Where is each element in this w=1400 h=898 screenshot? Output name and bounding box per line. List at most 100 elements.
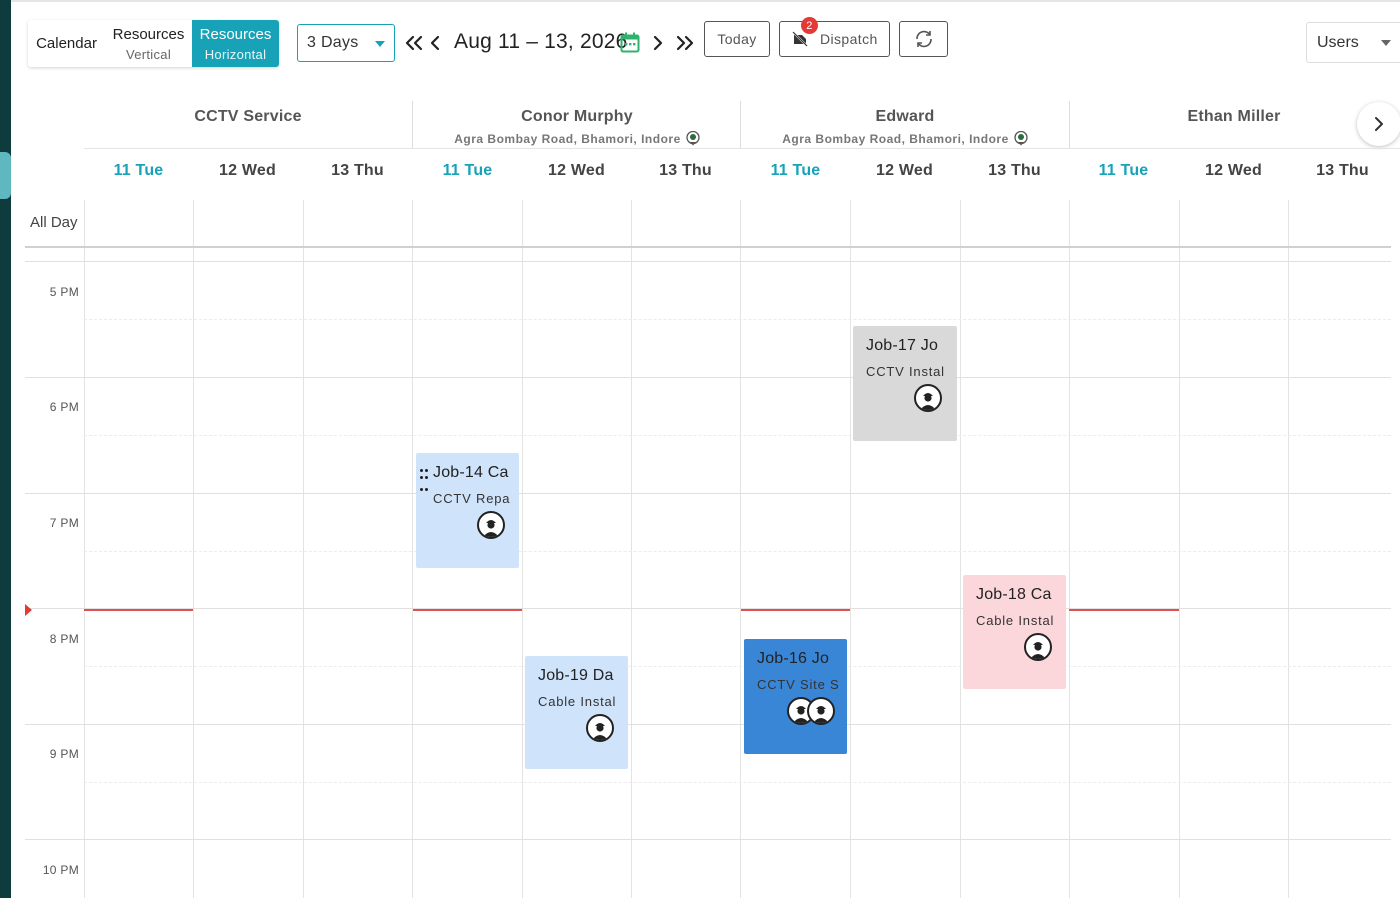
hour-line	[25, 724, 1391, 725]
event-title: Job-14 Ca	[433, 464, 509, 481]
range-select[interactable]: 3 Days	[297, 24, 395, 62]
hour-line	[25, 493, 1391, 494]
dispatch-count-badge: 2	[801, 17, 818, 34]
view-resources-horizontal-button[interactable]: Resources Horizontal	[192, 20, 279, 67]
event-subtitle: CCTV Instal	[866, 364, 945, 379]
event-title: Job-17 Jo	[866, 337, 939, 354]
day-header[interactable]: 13 Thu	[960, 162, 1069, 180]
double-chevron-left-icon	[405, 35, 423, 51]
drag-handle-icon[interactable]	[420, 469, 428, 491]
resource-name: Edward	[875, 108, 935, 125]
dispatch-button[interactable]: Dispatch 2	[779, 17, 890, 57]
view-switcher: Calendar Resources Vertical Resources Ho…	[28, 20, 279, 67]
resource-address-text: Agra Bombay Road, Bhamori, Indore	[782, 131, 1009, 146]
time-label: 9 PM	[49, 747, 79, 761]
resource-header-ethan-miller: Ethan Miller	[1070, 100, 1398, 148]
technician-avatar-icon[interactable]	[477, 511, 505, 539]
prev-day-button[interactable]	[428, 30, 442, 56]
view-resources-vertical-button[interactable]: Resources Vertical	[105, 20, 192, 67]
event-subtitle: CCTV Site S	[757, 677, 840, 692]
event-subtitle: CCTV Repa	[433, 491, 511, 506]
event-title: Job-16 Jo	[757, 650, 830, 667]
day-header[interactable]: 12 Wed	[193, 162, 302, 180]
refresh-button[interactable]	[899, 21, 948, 57]
day-header[interactable]: 13 Thu	[1288, 162, 1397, 180]
resource-name: CCTV Service	[194, 108, 302, 125]
grid-column-line	[1288, 200, 1289, 898]
grid-column-line	[84, 200, 85, 898]
event-title: Job-18 Ca	[976, 586, 1052, 603]
location-pin-icon[interactable]	[686, 131, 700, 146]
event-job-16[interactable]: Job-16 Jo CCTV Site S	[744, 639, 847, 754]
resource-address: Agra Bombay Road, Bhamori, Indore	[741, 131, 1069, 146]
event-job-14[interactable]: Job-14 Ca CCTV Repa	[416, 453, 519, 568]
next-day-button[interactable]	[651, 30, 665, 56]
all-day-label: All Day	[30, 214, 78, 231]
day-header[interactable]: 12 Wed	[850, 162, 959, 180]
grid-column-line	[1179, 200, 1180, 898]
resource-name: Conor Murphy	[521, 108, 633, 125]
event-job-19[interactable]: Job-19 Da Cable Instal	[525, 656, 628, 769]
all-day-divider	[25, 246, 1391, 248]
day-header[interactable]: 12 Wed	[522, 162, 631, 180]
chevron-right-icon	[1375, 117, 1383, 131]
technician-avatar-icon[interactable]	[586, 714, 614, 742]
grid-column-line	[1069, 200, 1070, 898]
time-label: 10 PM	[42, 863, 79, 877]
grid-column-line	[412, 200, 413, 898]
double-chevron-right-icon	[676, 35, 694, 51]
day-header[interactable]: 13 Thu	[631, 162, 740, 180]
sidebar-toggle-handle[interactable]	[0, 152, 11, 199]
technician-avatar-icon[interactable]	[1024, 633, 1052, 661]
dispatch-button-label: Dispatch	[820, 31, 878, 47]
view-calendar-label: Calendar	[36, 35, 97, 52]
caret-down-icon	[375, 41, 385, 47]
view-calendar-button[interactable]: Calendar	[28, 20, 105, 67]
day-header-today[interactable]: 11 Tue	[1069, 162, 1178, 180]
day-header[interactable]: 12 Wed	[1179, 162, 1288, 180]
grid-column-line	[960, 200, 961, 898]
hour-line	[25, 608, 1391, 609]
technician-avatar-icon[interactable]	[914, 384, 942, 412]
view-rv-label: Resources	[112, 25, 185, 43]
refresh-icon	[915, 30, 932, 48]
time-label: 6 PM	[49, 400, 79, 414]
event-assignees	[477, 511, 505, 539]
grid-column-line	[850, 200, 851, 898]
half-hour-line	[84, 666, 1391, 667]
date-range-label: Aug 11 – 13, 2026	[454, 30, 628, 53]
event-subtitle: Cable Instal	[976, 613, 1055, 628]
event-job-17[interactable]: Job-17 Jo CCTV Instal	[853, 326, 957, 441]
current-time-line	[741, 609, 850, 611]
top-divider	[11, 0, 1400, 2]
users-select[interactable]: Users	[1306, 22, 1400, 63]
time-label: 7 PM	[49, 516, 79, 530]
day-header-today[interactable]: 11 Tue	[413, 162, 522, 180]
event-assignees	[914, 384, 942, 412]
grid-column-line	[303, 200, 304, 898]
sidebar-strip	[0, 0, 11, 898]
today-button-label: Today	[717, 31, 757, 47]
location-pin-icon[interactable]	[1014, 131, 1028, 146]
day-header-today[interactable]: 11 Tue	[741, 162, 850, 180]
technician-avatar-icon[interactable]	[807, 697, 835, 725]
today-button[interactable]: Today	[704, 21, 770, 57]
day-header[interactable]: 13 Thu	[303, 162, 412, 180]
resource-header-edward: Edward Agra Bombay Road, Bhamori, Indore	[741, 100, 1069, 148]
calendar-icon[interactable]	[620, 32, 640, 53]
resource-header-conor-murphy: Conor Murphy Agra Bombay Road, Bhamori, …	[413, 100, 741, 148]
prev-period-button[interactable]	[404, 30, 424, 56]
event-subtitle: Cable Instal	[538, 694, 617, 709]
event-job-18[interactable]: Job-18 Ca Cable Instal	[963, 575, 1066, 689]
half-hour-line	[84, 319, 1391, 320]
resource-address-text: Agra Bombay Road, Bhamori, Indore	[454, 131, 681, 146]
next-period-button[interactable]	[675, 30, 695, 56]
caret-down-icon	[1381, 40, 1391, 46]
current-time-marker	[25, 604, 32, 616]
time-label: 8 PM	[49, 632, 79, 646]
event-assignees	[586, 714, 614, 742]
grid-column-line	[522, 200, 523, 898]
day-header-today[interactable]: 11 Tue	[84, 162, 193, 180]
view-rh-sublabel: Horizontal	[204, 46, 267, 62]
next-resources-button[interactable]	[1357, 102, 1400, 146]
